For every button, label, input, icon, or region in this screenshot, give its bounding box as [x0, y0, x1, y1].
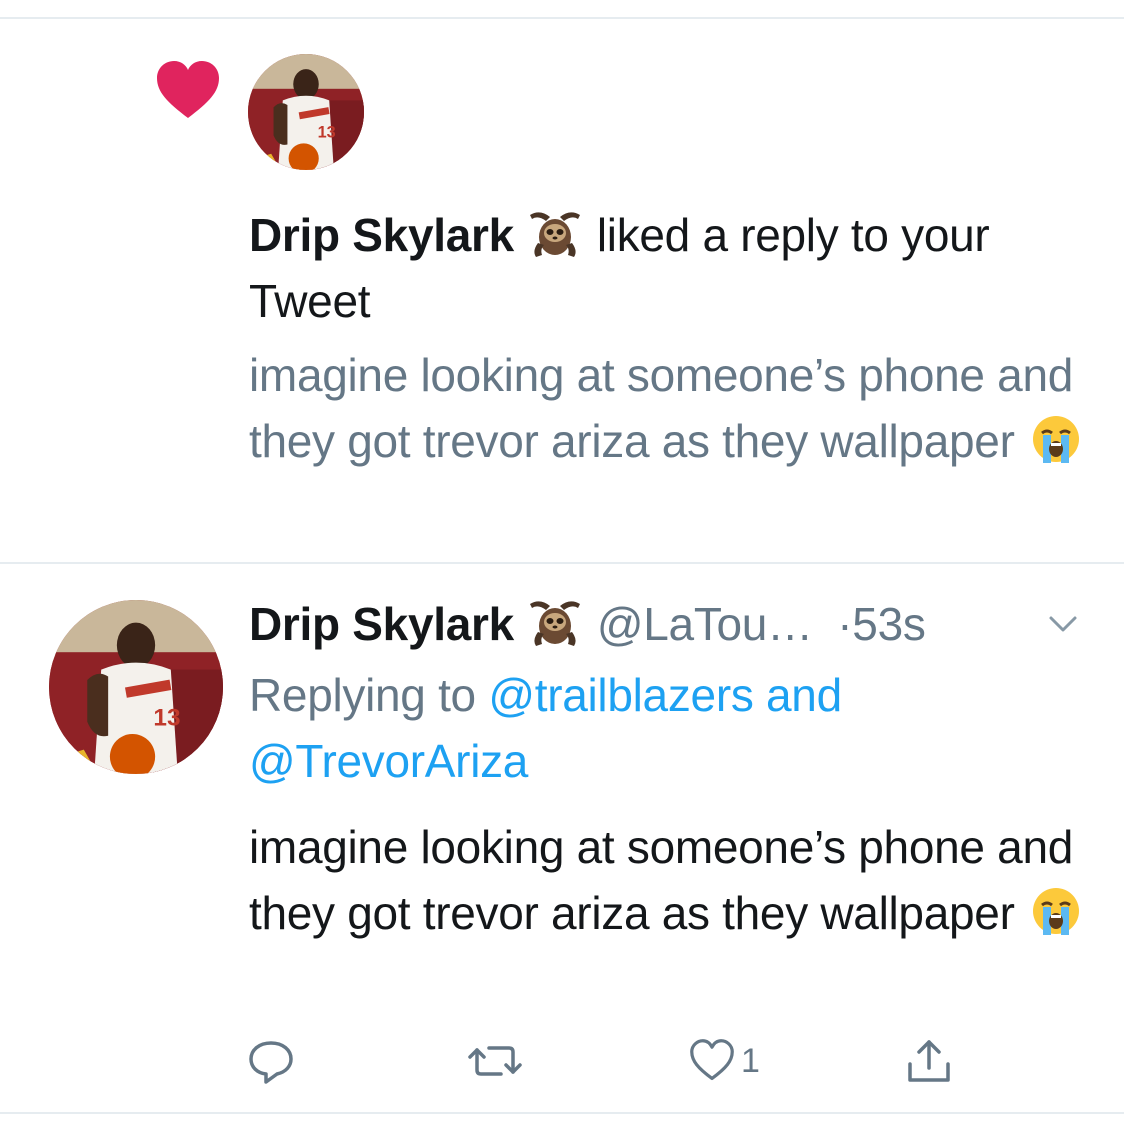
top-divider: [0, 17, 1124, 19]
tweet-text: imagine looking at someone’s phone and t…: [249, 814, 1109, 946]
loudly-crying-face-emoji-icon: [1027, 413, 1085, 465]
sloth-emoji-icon: [526, 207, 584, 259]
notification-divider: [0, 562, 1124, 564]
loudly-crying-face-emoji-icon: [1027, 885, 1085, 937]
notification-avatar[interactable]: 13: [248, 54, 364, 170]
like-button[interactable]: 1: [689, 1036, 760, 1086]
notification-tweet-body: imagine looking at someone’s phone and t…: [249, 349, 1074, 467]
notification-summary: Drip Skylark liked a reply to your Tweet: [249, 202, 1109, 334]
tweet-timestamp[interactable]: ·53s: [837, 598, 926, 650]
reply-icon: [249, 1041, 293, 1084]
reply-button[interactable]: [246, 1036, 296, 1086]
tweet-body: imagine looking at someone’s phone and t…: [249, 821, 1074, 939]
notification-user-name[interactable]: Drip Skylark: [249, 209, 514, 261]
heart-icon: [155, 60, 221, 120]
tweet-header: Drip Skylark @LaTou… ·53s: [249, 591, 1109, 657]
svg-text:13: 13: [153, 704, 180, 731]
bottom-divider: [0, 1112, 1124, 1114]
share-icon: [908, 1040, 950, 1082]
retweet-icon: [468, 1046, 522, 1076]
tweet-avatar[interactable]: 13: [49, 600, 223, 774]
replying-to: Replying to @trailblazers and @TrevorAri…: [249, 662, 969, 794]
like-count: 1: [741, 1042, 760, 1080]
sloth-emoji-icon: [526, 596, 584, 648]
svg-text:13: 13: [318, 124, 336, 142]
share-button[interactable]: [904, 1036, 954, 1086]
tweet-handle[interactable]: @LaTou…: [597, 598, 813, 650]
replying-to-prefix: Replying to: [249, 669, 489, 721]
notification-tweet-text: imagine looking at someone’s phone and t…: [249, 342, 1109, 474]
tweet-user-name[interactable]: Drip Skylark: [249, 598, 514, 650]
chevron-down-icon[interactable]: [1046, 612, 1080, 636]
retweet-button[interactable]: [467, 1036, 523, 1086]
like-icon: [690, 1039, 734, 1081]
